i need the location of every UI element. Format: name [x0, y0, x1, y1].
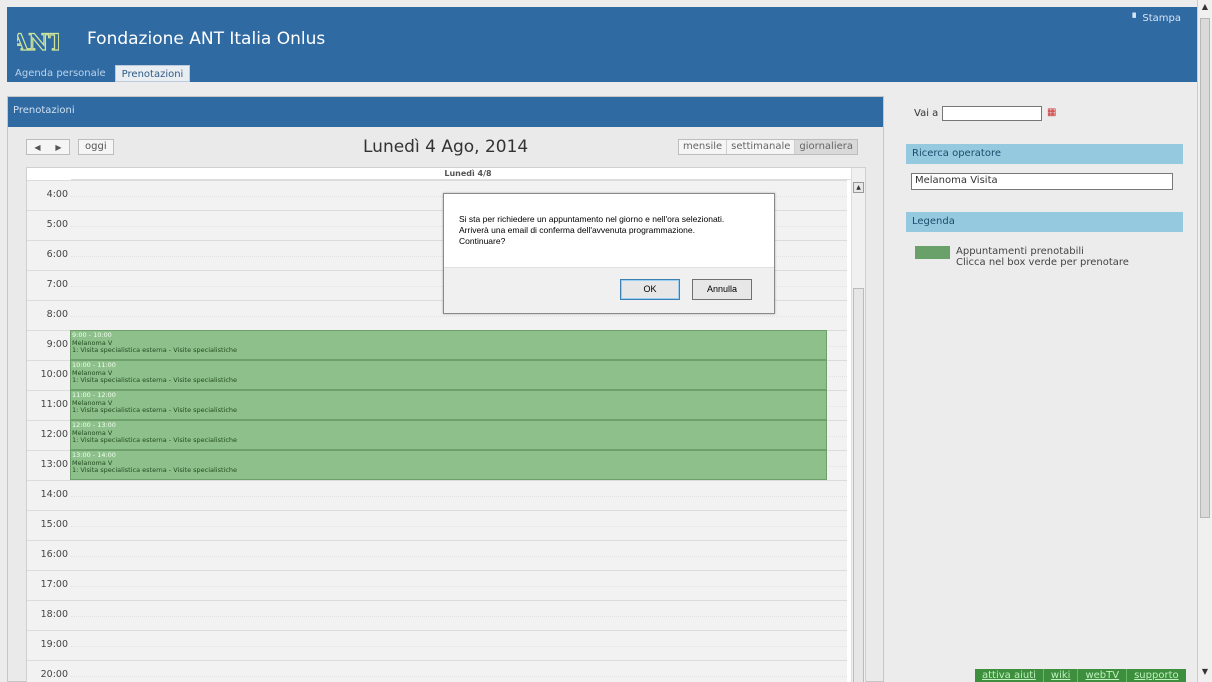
booking-slot[interactable]: 9:00 - 10:00 Melanoma V 1: Visita speciali…	[70, 330, 827, 360]
grid-scroll-up-icon[interactable]: ▲	[853, 182, 864, 193]
day-header: Lunedì 4/8	[71, 168, 865, 180]
booking-slot[interactable]: 10:00 - 11:00 Melanoma V 1: Visita special…	[70, 360, 827, 390]
page-scrollbar[interactable]: ▲ ▼	[1197, 0, 1212, 682]
booking-slot[interactable]: 13:00 - 14:00 Melanoma V 1: Visita special…	[70, 450, 827, 480]
ant-logo: ANT	[17, 17, 59, 59]
hour-label: 8:00	[46, 309, 68, 320]
hour-label: 17:00	[40, 579, 68, 590]
view-switch: mensile settimanale giornaliera	[678, 139, 858, 155]
goto-date-input[interactable]	[942, 106, 1042, 121]
ok-button[interactable]: OK	[620, 279, 680, 300]
hour-label: 7:00	[46, 279, 68, 290]
confirm-dialog: Si sta per richiedere un appuntamento ne…	[443, 193, 775, 314]
calendar-toolbar: ◀ ▶ oggi Lunedì 4 Ago, 2014 mensile sett…	[8, 127, 883, 167]
prev-arrow-icon[interactable]: ◀	[34, 143, 40, 152]
hour-label: 4:00	[46, 189, 68, 200]
operator-search-input[interactable]: Melanoma Visita	[911, 173, 1173, 190]
hour-row[interactable]: 16:00	[27, 540, 847, 570]
view-daily-button[interactable]: giornaliera	[795, 140, 857, 154]
hour-label: 14:00	[40, 489, 68, 500]
panel-bar: Prenotazioni	[8, 97, 883, 127]
tab-prenotazioni[interactable]: Prenotazioni	[114, 65, 191, 82]
hour-label: 12:00	[40, 429, 68, 440]
slot-time: 12:00 - 13:00	[72, 421, 116, 429]
legend-line-1: Appuntamenti prenotabili	[956, 246, 1084, 257]
hour-row[interactable]: 17:00	[27, 570, 847, 600]
hour-label: 15:00	[40, 519, 68, 530]
calendar-icon[interactable]: ▦	[1047, 107, 1056, 118]
slot-description: 1: Visita specialistica esterna - Visite…	[72, 436, 238, 444]
grid-scroll-thumb[interactable]	[853, 288, 864, 682]
next-arrow-icon[interactable]: ▶	[55, 143, 61, 152]
hour-label: 10:00	[40, 369, 68, 380]
booking-slot[interactable]: 12:00 - 13:00 Melanoma V 1: Visita special…	[70, 420, 827, 450]
dialog-footer: OK Annulla	[444, 267, 774, 313]
legend-heading: Legenda	[906, 212, 1183, 232]
site-title: Fondazione ANT Italia Onlus	[87, 29, 326, 49]
legend-line-2: Clicca nel box verde per prenotare	[956, 257, 1129, 268]
legend-text: Appuntamenti prenotabili Clicca nel box …	[956, 246, 1129, 268]
app-header: ANT Fondazione ANT Italia Onlus ▘ Stampa …	[7, 7, 1197, 82]
link-webtv[interactable]: webTV	[1078, 669, 1128, 682]
print-label: Stampa	[1142, 13, 1181, 24]
today-button[interactable]: oggi	[78, 139, 114, 155]
calendar-title: Lunedì 4 Ago, 2014	[363, 137, 529, 157]
hour-row[interactable]: 19:00	[27, 630, 847, 660]
main-tabs: Agenda personale Prenotazioni	[9, 65, 193, 82]
slot-time: 11:00 - 12:00	[72, 391, 116, 399]
hour-label: 20:00	[40, 669, 68, 680]
link-wiki[interactable]: wiki	[1044, 669, 1079, 682]
slot-description: 1: Visita specialistica esterna - Visite…	[72, 406, 238, 414]
footer-links: attiva aiuti wiki webTV supporto	[975, 669, 1186, 682]
hour-row[interactable]: 15:00	[27, 510, 847, 540]
scroll-thumb[interactable]	[1200, 18, 1210, 518]
hour-row[interactable]: 20:00	[27, 660, 847, 682]
dialog-message-line-1: Si sta per richiedere un appuntamento ne…	[459, 214, 725, 224]
hour-label: 18:00	[40, 609, 68, 620]
legend-swatch	[915, 246, 950, 259]
hour-label: 6:00	[46, 249, 68, 260]
slot-time: 9:00 - 10:00	[72, 331, 112, 339]
view-weekly-button[interactable]: settimanale	[727, 140, 796, 154]
grid-scrollbar[interactable]: ▲	[851, 168, 865, 682]
nav-arrows: ◀ ▶	[26, 139, 70, 155]
scroll-up-icon[interactable]: ▲	[1199, 2, 1211, 15]
tab-agenda-personale[interactable]: Agenda personale	[9, 65, 112, 82]
print-link[interactable]: ▘ Stampa	[1132, 13, 1181, 24]
slot-time: 13:00 - 14:00	[72, 451, 116, 459]
slot-description: 1: Visita specialistica esterna - Visite…	[72, 376, 238, 384]
hour-row[interactable]: 14:00	[27, 480, 847, 510]
goto-label: Vai a	[914, 108, 939, 119]
panel-tab-prenotazioni[interactable]: Prenotazioni	[11, 102, 77, 119]
operator-heading: Ricerca operatore	[906, 144, 1183, 164]
hour-label: 19:00	[40, 639, 68, 650]
hour-row[interactable]: 18:00	[27, 600, 847, 630]
hour-label: 16:00	[40, 549, 68, 560]
calendar-panel: Prenotazioni ◀ ▶ oggi Lunedì 4 Ago, 2014…	[7, 96, 884, 682]
dialog-message-line-3: Continuare?	[459, 236, 506, 246]
hour-label: 9:00	[46, 339, 68, 350]
print-icon: ▘	[1132, 14, 1140, 24]
link-supporto[interactable]: supporto	[1127, 669, 1186, 682]
booking-slot[interactable]: 11:00 - 12:00 Melanoma V 1: Visita special…	[70, 390, 827, 420]
hour-label: 13:00	[40, 459, 68, 470]
cancel-button[interactable]: Annulla	[692, 279, 752, 300]
view-monthly-button[interactable]: mensile	[679, 140, 728, 154]
hour-label: 11:00	[40, 399, 68, 410]
dialog-message-line-2: Arriverà una email di conferma dell'avve…	[459, 225, 695, 235]
svg-text:ANT: ANT	[17, 30, 59, 56]
link-attiva-aiuti[interactable]: attiva aiuti	[975, 669, 1044, 682]
hour-label: 5:00	[46, 219, 68, 230]
scroll-down-icon[interactable]: ▼	[1199, 667, 1211, 680]
slot-description: 1: Visita specialistica esterna - Visite…	[72, 466, 238, 474]
dialog-message: Si sta per richiedere un appuntamento ne…	[459, 214, 769, 247]
slot-description: 1: Visita specialistica esterna - Visite…	[72, 346, 238, 354]
slot-time: 10:00 - 11:00	[72, 361, 116, 369]
